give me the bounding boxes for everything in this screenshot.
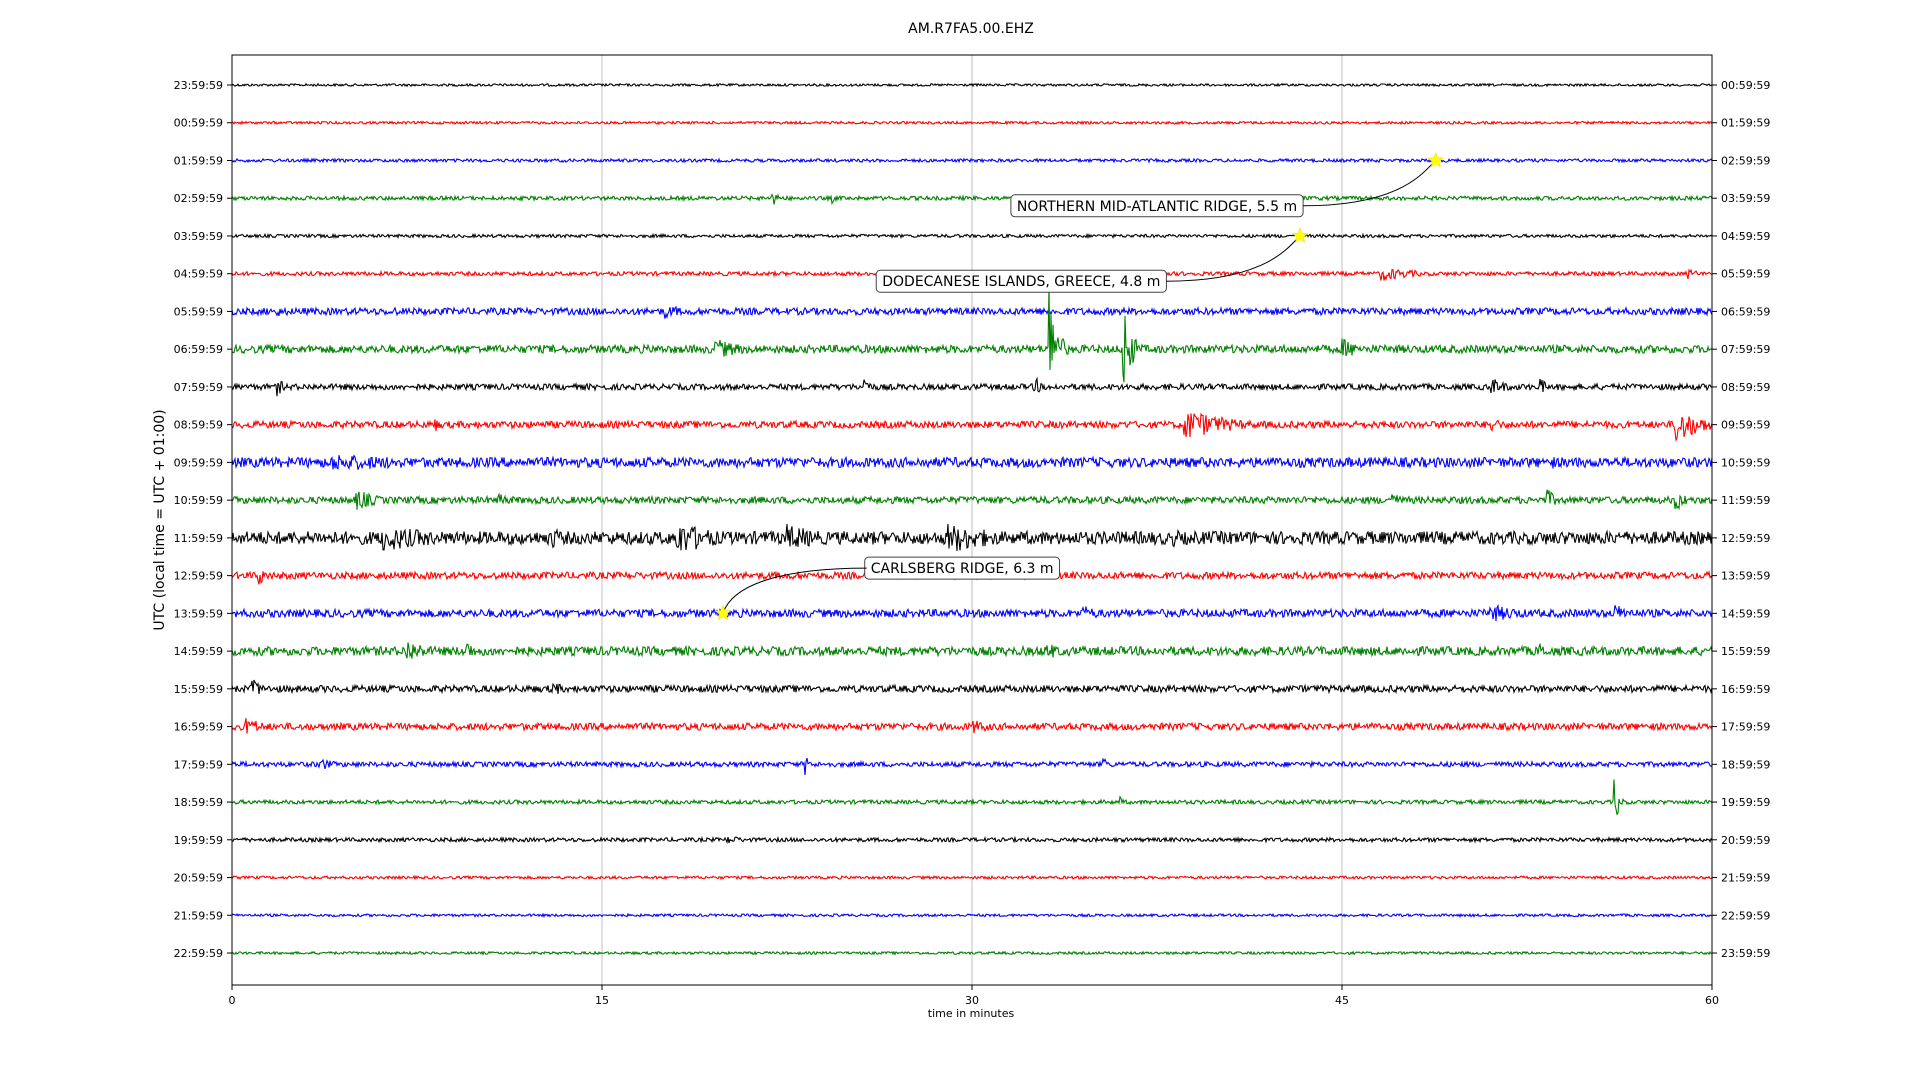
right-tick-label-22: 22:59:59 [1721,909,1770,922]
left-tick-label-14: 13:59:59 [174,607,223,620]
x-tick-label-30: 30 [965,994,979,1007]
right-tick-label-2: 02:59:59 [1721,154,1770,167]
y-axis-label: UTC (local time = UTC + 01:00) [152,409,168,630]
right-tick-label-4: 04:59:59 [1721,230,1770,243]
right-tick-label-23: 23:59:59 [1721,947,1770,960]
event-label-2: CARLSBERG RIDGE, 6.3 m [871,561,1054,577]
right-tick-label-1: 01:59:59 [1721,117,1770,130]
right-tick-label-12: 12:59:59 [1721,532,1770,545]
right-tick-label-17: 17:59:59 [1721,721,1770,734]
left-tick-label-0: 23:59:59 [174,79,223,92]
right-tick-label-6: 06:59:59 [1721,305,1770,318]
right-tick-label-18: 18:59:59 [1721,758,1770,771]
right-tick-label-10: 10:59:59 [1721,456,1770,469]
right-tick-label-9: 09:59:59 [1721,419,1770,432]
left-tick-label-17: 16:59:59 [174,721,223,734]
left-tick-label-23: 22:59:59 [174,947,223,960]
left-tick-label-15: 14:59:59 [174,645,223,658]
right-tick-label-20: 20:59:59 [1721,834,1770,847]
x-tick-label-0: 0 [229,994,236,1007]
helicorder-chart: 23:59:59 00:59:59 01:59:59 02:59:59 03:59:59… [0,0,1920,1080]
left-tick-label-16: 15:59:59 [174,683,223,696]
left-tick-label-21: 20:59:59 [174,872,223,885]
right-tick-label-0: 00:59:59 [1721,79,1770,92]
left-tick-label-7: 06:59:59 [174,343,223,356]
left-tick-label-18: 17:59:59 [174,758,223,771]
right-tick-label-15: 15:59:59 [1721,645,1770,658]
chart-title: AM.R7FA5.00.EHZ [908,21,1034,37]
left-tick-label-9: 08:59:59 [174,419,223,432]
seismogram-figure: 23:59:59 00:59:59 01:59:59 02:59:59 03:59:59… [0,0,1920,1080]
right-tick-label-21: 21:59:59 [1721,872,1770,885]
right-tick-label-3: 03:59:59 [1721,192,1770,205]
x-tick-label-45: 45 [1335,994,1349,1007]
left-tick-label-2: 01:59:59 [174,154,223,167]
x-tick-label-60: 60 [1705,994,1719,1007]
left-tick-label-20: 19:59:59 [174,834,223,847]
left-tick-label-13: 12:59:59 [174,570,223,583]
left-tick-label-6: 05:59:59 [174,305,223,318]
event-label-1: DODECANESE ISLANDS, GREECE, 4.8 m [882,274,1160,290]
left-tick-label-3: 02:59:59 [174,192,223,205]
event-label-0: NORTHERN MID-ATLANTIC RIDGE, 5.5 m [1017,199,1297,215]
left-tick-label-22: 21:59:59 [174,909,223,922]
left-tick-label-5: 04:59:59 [174,268,223,281]
right-tick-label-14: 14:59:59 [1721,607,1770,620]
left-tick-label-4: 03:59:59 [174,230,223,243]
right-tick-label-19: 19:59:59 [1721,796,1770,809]
left-tick-label-10: 09:59:59 [174,456,223,469]
right-tick-label-13: 13:59:59 [1721,570,1770,583]
left-tick-label-11: 10:59:59 [174,494,223,507]
right-tick-label-16: 16:59:59 [1721,683,1770,696]
left-tick-label-8: 07:59:59 [174,381,223,394]
x-tick-label-15: 15 [595,994,609,1007]
left-tick-label-19: 18:59:59 [174,796,223,809]
right-tick-label-7: 07:59:59 [1721,343,1770,356]
right-tick-label-8: 08:59:59 [1721,381,1770,394]
right-tick-label-11: 11:59:59 [1721,494,1770,507]
left-tick-label-12: 11:59:59 [174,532,223,545]
x-axis-label: time in minutes [928,1007,1015,1020]
right-tick-label-5: 05:59:59 [1721,268,1770,281]
left-tick-label-1: 00:59:59 [174,117,223,130]
